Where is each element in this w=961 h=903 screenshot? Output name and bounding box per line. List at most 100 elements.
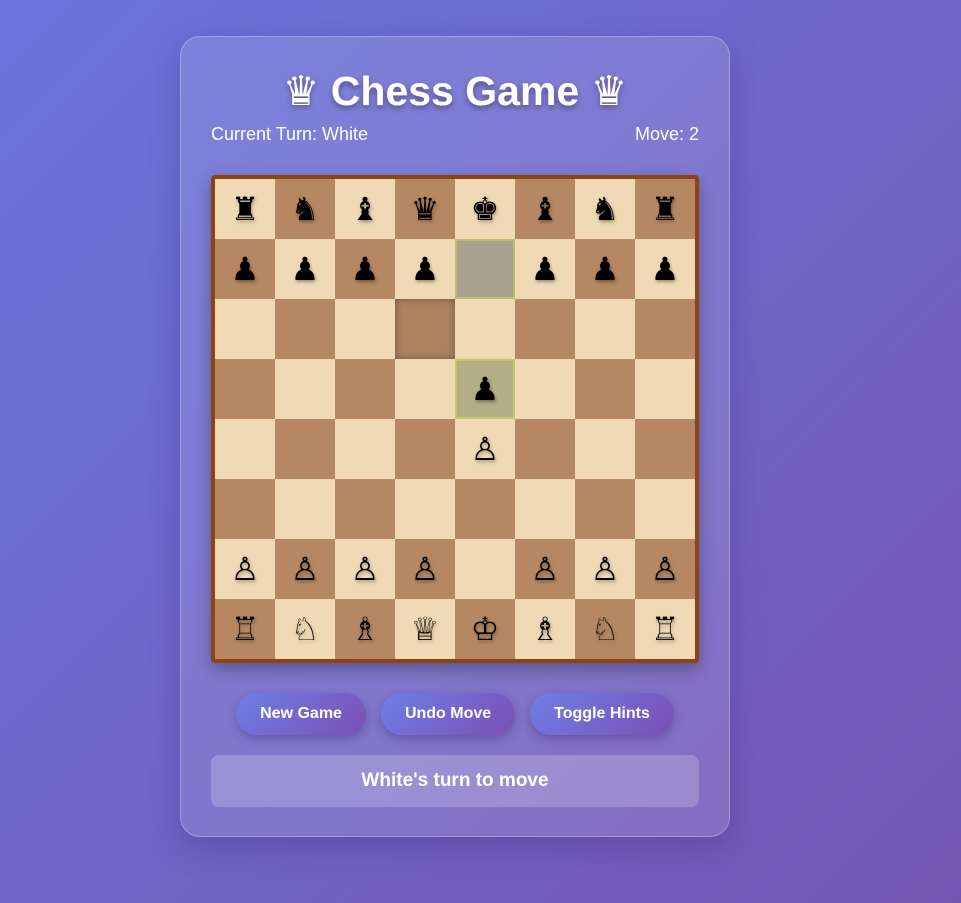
- piece-f8[interactable]: ♝: [531, 193, 560, 225]
- square-c2[interactable]: ♙: [335, 539, 395, 599]
- square-h3[interactable]: [635, 479, 695, 539]
- piece-f1[interactable]: ♗: [531, 613, 560, 645]
- piece-h1[interactable]: ♖: [651, 613, 680, 645]
- square-b4[interactable]: [275, 419, 335, 479]
- square-h5[interactable]: [635, 359, 695, 419]
- square-a6[interactable]: [215, 299, 275, 359]
- square-e4[interactable]: ♙: [455, 419, 515, 479]
- square-c6[interactable]: [335, 299, 395, 359]
- piece-e5[interactable]: ♟: [471, 373, 500, 405]
- square-c7[interactable]: ♟: [335, 239, 395, 299]
- square-b2[interactable]: ♙: [275, 539, 335, 599]
- piece-d2[interactable]: ♙: [411, 553, 440, 585]
- piece-c8[interactable]: ♝: [351, 193, 380, 225]
- undo-move-button[interactable]: Undo Move: [380, 693, 516, 735]
- square-b7[interactable]: ♟: [275, 239, 335, 299]
- square-e8[interactable]: ♚: [455, 179, 515, 239]
- piece-a8[interactable]: ♜: [231, 193, 260, 225]
- square-f6[interactable]: [515, 299, 575, 359]
- square-a3[interactable]: [215, 479, 275, 539]
- piece-f7[interactable]: ♟: [531, 253, 560, 285]
- square-c1[interactable]: ♗: [335, 599, 395, 659]
- piece-c1[interactable]: ♗: [351, 613, 380, 645]
- square-g7[interactable]: ♟: [575, 239, 635, 299]
- square-g4[interactable]: [575, 419, 635, 479]
- square-f4[interactable]: [515, 419, 575, 479]
- piece-h2[interactable]: ♙: [651, 553, 680, 585]
- square-d4[interactable]: [395, 419, 455, 479]
- square-g3[interactable]: [575, 479, 635, 539]
- square-e3[interactable]: [455, 479, 515, 539]
- square-c8[interactable]: ♝: [335, 179, 395, 239]
- piece-a2[interactable]: ♙: [231, 553, 260, 585]
- square-f1[interactable]: ♗: [515, 599, 575, 659]
- square-d8[interactable]: ♛: [395, 179, 455, 239]
- piece-b8[interactable]: ♞: [291, 193, 320, 225]
- square-g1[interactable]: ♘: [575, 599, 635, 659]
- piece-g2[interactable]: ♙: [591, 553, 620, 585]
- square-b1[interactable]: ♘: [275, 599, 335, 659]
- piece-h7[interactable]: ♟: [651, 253, 680, 285]
- piece-g1[interactable]: ♘: [591, 613, 620, 645]
- square-a8[interactable]: ♜: [215, 179, 275, 239]
- square-e2[interactable]: [455, 539, 515, 599]
- new-game-button[interactable]: New Game: [236, 693, 366, 735]
- square-h4[interactable]: [635, 419, 695, 479]
- square-h1[interactable]: ♖: [635, 599, 695, 659]
- square-g2[interactable]: ♙: [575, 539, 635, 599]
- square-c4[interactable]: [335, 419, 395, 479]
- square-d7[interactable]: ♟: [395, 239, 455, 299]
- piece-d1[interactable]: ♕: [411, 613, 440, 645]
- square-e5[interactable]: ♟: [455, 359, 515, 419]
- square-d6[interactable]: [395, 299, 455, 359]
- piece-a1[interactable]: ♖: [231, 613, 260, 645]
- square-a2[interactable]: ♙: [215, 539, 275, 599]
- square-f8[interactable]: ♝: [515, 179, 575, 239]
- square-b3[interactable]: [275, 479, 335, 539]
- square-b6[interactable]: [275, 299, 335, 359]
- piece-e1[interactable]: ♔: [471, 613, 500, 645]
- square-d5[interactable]: [395, 359, 455, 419]
- square-a7[interactable]: ♟: [215, 239, 275, 299]
- square-g8[interactable]: ♞: [575, 179, 635, 239]
- square-b8[interactable]: ♞: [275, 179, 335, 239]
- square-e1[interactable]: ♔: [455, 599, 515, 659]
- square-h2[interactable]: ♙: [635, 539, 695, 599]
- square-f7[interactable]: ♟: [515, 239, 575, 299]
- square-g5[interactable]: [575, 359, 635, 419]
- piece-e4[interactable]: ♙: [471, 433, 500, 465]
- square-f2[interactable]: ♙: [515, 539, 575, 599]
- piece-h8[interactable]: ♜: [651, 193, 680, 225]
- square-a1[interactable]: ♖: [215, 599, 275, 659]
- piece-a7[interactable]: ♟: [231, 253, 260, 285]
- toggle-hints-button[interactable]: Toggle Hints: [530, 693, 674, 735]
- square-h7[interactable]: ♟: [635, 239, 695, 299]
- square-h6[interactable]: [635, 299, 695, 359]
- square-e6[interactable]: [455, 299, 515, 359]
- square-d3[interactable]: [395, 479, 455, 539]
- square-a5[interactable]: [215, 359, 275, 419]
- square-b5[interactable]: [275, 359, 335, 419]
- piece-g8[interactable]: ♞: [591, 193, 620, 225]
- piece-c7[interactable]: ♟: [351, 253, 380, 285]
- square-h8[interactable]: ♜: [635, 179, 695, 239]
- square-f5[interactable]: [515, 359, 575, 419]
- piece-e8[interactable]: ♚: [471, 193, 500, 225]
- square-c3[interactable]: [335, 479, 395, 539]
- piece-d7[interactable]: ♟: [411, 253, 440, 285]
- square-a4[interactable]: [215, 419, 275, 479]
- square-e7[interactable]: [455, 239, 515, 299]
- piece-c2[interactable]: ♙: [351, 553, 380, 585]
- piece-f2[interactable]: ♙: [531, 553, 560, 585]
- square-f3[interactable]: [515, 479, 575, 539]
- square-d1[interactable]: ♕: [395, 599, 455, 659]
- piece-b7[interactable]: ♟: [291, 253, 320, 285]
- chess-board: ♜ ♞ ♝ ♛ ♚ ♝ ♞ ♜ ♟ ♟ ♟ ♟ ♟ ♟ ♟ ♟ ♙ ♙ ♙ ♙ ♙ ♙ ♙ ♙ ♖ ♘ ♗ ♕ ♔ ♗ ♘ ♖: [211, 175, 699, 663]
- piece-d8[interactable]: ♛: [411, 193, 440, 225]
- square-d2[interactable]: ♙: [395, 539, 455, 599]
- piece-b1[interactable]: ♘: [291, 613, 320, 645]
- piece-g7[interactable]: ♟: [591, 253, 620, 285]
- square-g6[interactable]: [575, 299, 635, 359]
- square-c5[interactable]: [335, 359, 395, 419]
- piece-b2[interactable]: ♙: [291, 553, 320, 585]
